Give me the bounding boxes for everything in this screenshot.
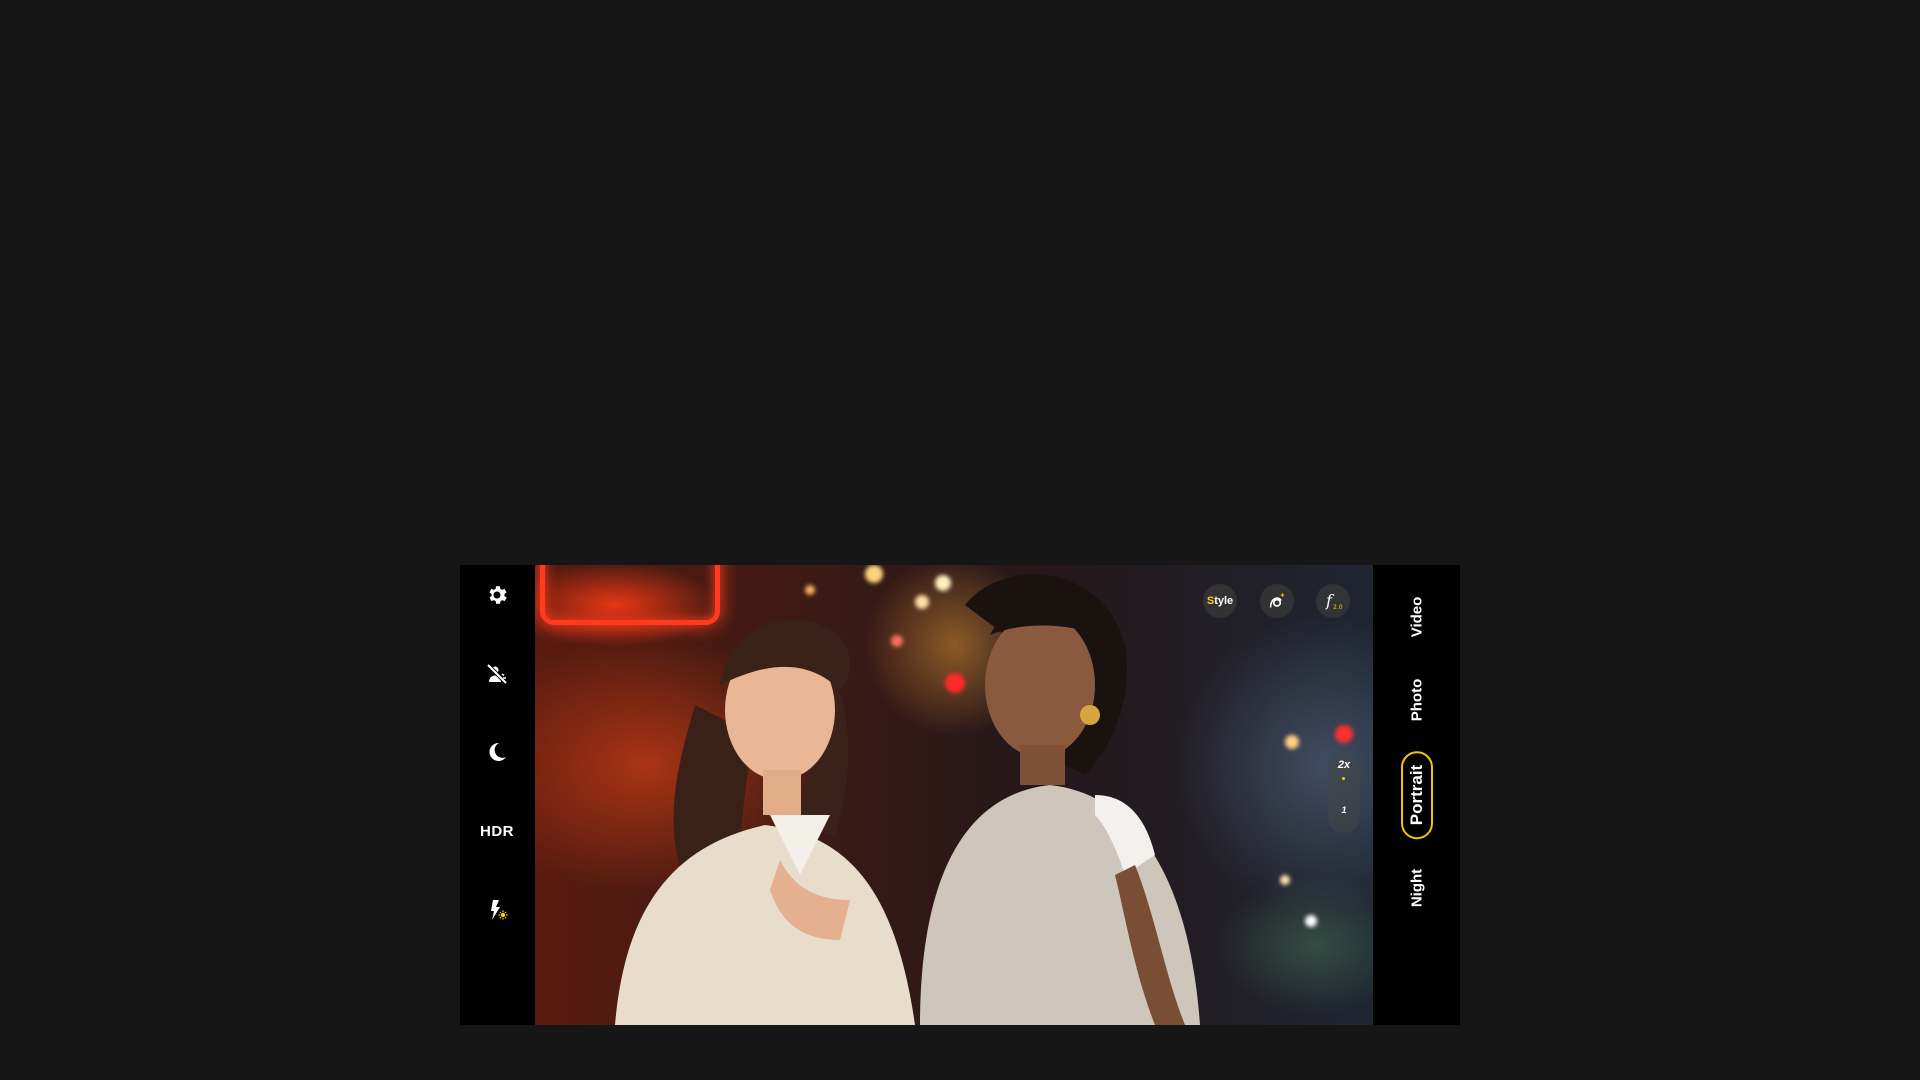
style-button[interactable]: Style (1203, 584, 1237, 618)
night-mode-button[interactable] (477, 732, 517, 772)
hdr-label: HDR (480, 822, 514, 840)
zoom-1x-button[interactable]: 1 (1328, 805, 1360, 815)
zoom-2x-button[interactable]: 2x (1328, 759, 1360, 771)
flash-auto-icon (491, 900, 508, 920)
zoom-active-dot (1342, 777, 1345, 780)
aperture-f-icon: f 2.0 (1325, 591, 1343, 611)
moon-icon (489, 742, 506, 761)
mode-selector-bar: Video Photo Portrait Night (1373, 565, 1460, 1025)
beauty-off-button[interactable] (477, 654, 517, 694)
flash-button[interactable] (477, 890, 517, 930)
camera-app: HDR Style f 2.0 2x 1 Video Photo Portrai… (460, 565, 1460, 1025)
portrait-effect-button[interactable] (1260, 584, 1294, 618)
viewfinder[interactable]: Style f 2.0 2x 1 (535, 565, 1373, 1025)
hdr-button[interactable]: HDR (477, 811, 517, 851)
style-label: Style (1206, 595, 1234, 607)
left-control-bar: HDR (460, 565, 534, 1025)
mode-portrait[interactable]: Portrait (1400, 750, 1433, 840)
zoom-selector: 2x 1 (1328, 753, 1360, 833)
gear-icon (489, 586, 507, 604)
mode-photo[interactable]: Photo (1408, 679, 1425, 722)
portrait-sparkle-icon (1269, 592, 1285, 608)
settings-button[interactable] (477, 575, 517, 615)
subject-right (920, 574, 1200, 1025)
aperture-button[interactable]: f 2.0 (1316, 584, 1350, 618)
mode-night[interactable]: Night (1408, 869, 1425, 907)
mode-video[interactable]: Video (1408, 597, 1425, 638)
svg-text:2.0: 2.0 (1333, 604, 1343, 611)
face-off-icon (486, 663, 508, 685)
